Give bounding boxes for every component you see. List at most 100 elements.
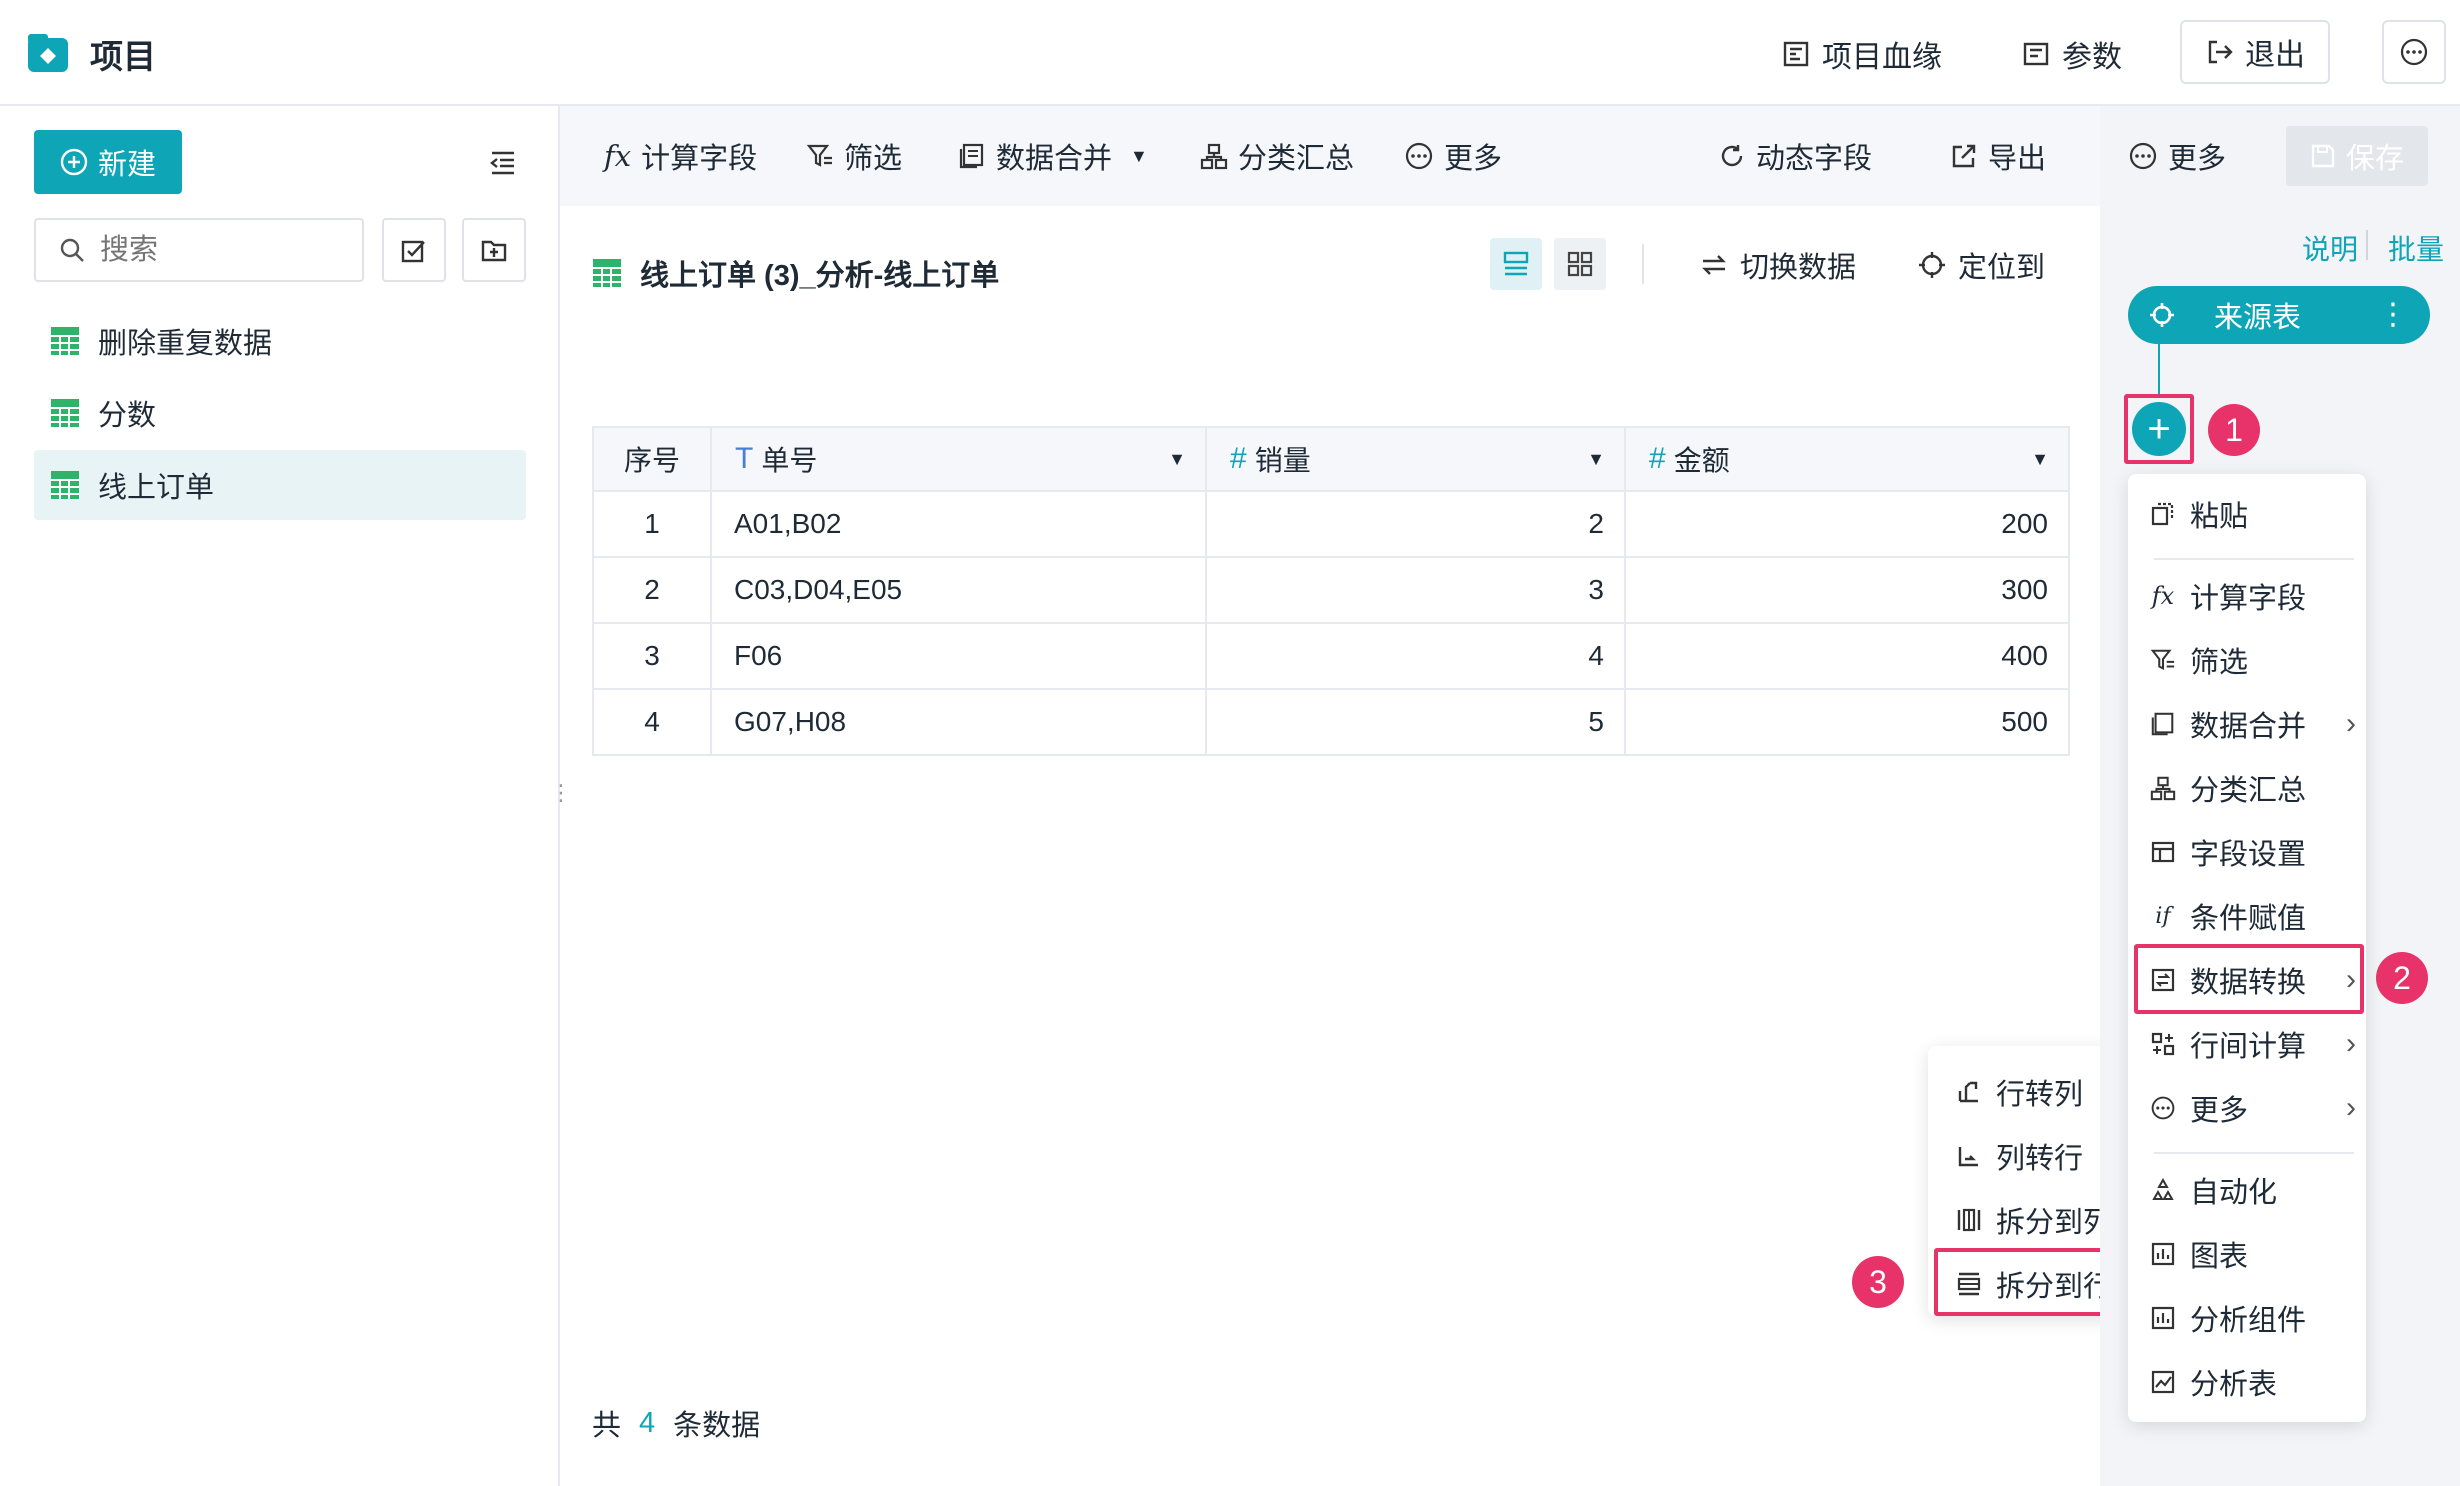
params-button[interactable]: 参数 [2022, 32, 2122, 76]
grid-view-button[interactable] [1554, 238, 1606, 290]
bar-chart-icon [2148, 1303, 2178, 1333]
main-area: fx 计算字段 筛选 数据合并 ▼ 分类汇总 更多 动态字段 导出 线上订单 (… [560, 106, 2130, 1486]
toolbar-dynamic-field-button[interactable]: 动态字段 [1718, 136, 1872, 176]
batch-select-button[interactable] [382, 218, 446, 282]
app-title: 项目 [90, 38, 156, 75]
search-icon [58, 236, 86, 264]
submenu-col-to-row[interactable]: 列转行 [1954, 1136, 2083, 1176]
menu-more[interactable]: 更多 › [2148, 1088, 2356, 1128]
locate-to-button[interactable]: 定位到 [1918, 244, 2045, 286]
exit-icon [2205, 38, 2233, 66]
header-more-button[interactable] [2382, 20, 2446, 84]
explain-link[interactable]: 说明 [2302, 228, 2358, 268]
crosshair-icon [2148, 301, 2176, 329]
toolbar-merge-button[interactable]: 数据合并 ▼ [958, 136, 1148, 176]
batch-link[interactable]: 批量 [2388, 228, 2444, 268]
more-dots-icon [2399, 37, 2429, 67]
menu-paste[interactable]: 粘贴 [2148, 494, 2248, 534]
toolbar-filter-button[interactable]: 筛选 [806, 136, 902, 176]
column-dropdown-icon[interactable]: ▼ [2031, 449, 2049, 470]
refresh-icon [1718, 142, 1746, 170]
hierarchy-icon [2148, 773, 2178, 803]
number-type-icon: # [1649, 442, 1666, 475]
more-dots-icon [2148, 1093, 2178, 1123]
field-settings-icon [2148, 837, 2178, 867]
filter-icon [806, 142, 834, 170]
menu-group-summary[interactable]: 分类汇总 [2148, 768, 2306, 808]
menu-row-calc[interactable]: 行间计算 › [2148, 1024, 2356, 1064]
search-input[interactable] [98, 232, 342, 268]
more-dots-icon [2128, 141, 2158, 171]
merge-icon [958, 142, 986, 170]
text-type-icon: T [735, 442, 754, 475]
line-chart-icon [2148, 1367, 2178, 1397]
menu-field-settings[interactable]: 字段设置 [2148, 832, 2306, 872]
menu-filter[interactable]: 筛选 [2148, 640, 2248, 680]
row-to-col-icon [1954, 1077, 1984, 1107]
column-header-sales-qty[interactable]: # 销量 ▼ [1205, 426, 1626, 492]
column-header-index: 序号 [592, 426, 712, 492]
column-dropdown-icon[interactable]: ▼ [1587, 449, 1605, 470]
number-type-icon: # [1230, 442, 1247, 475]
toolbar-more-button[interactable]: 更多 [1404, 136, 1502, 176]
switch-data-button[interactable]: 切换数据 [1700, 244, 1856, 286]
toolbar-more2-button[interactable]: 更多 [2128, 136, 2226, 176]
toolbar-group-summary-button[interactable]: 分类汇总 [1200, 136, 1354, 176]
step-badge-3: 3 [1852, 1256, 1904, 1308]
sidebar: 新建 删除重复数据 分数 线上订单 [0, 106, 560, 1486]
menu-analysis-table[interactable]: 分析表 [2148, 1362, 2277, 1402]
save-disk-icon [2310, 143, 2336, 169]
menu-analysis-component[interactable]: 分析组件 [2148, 1298, 2306, 1338]
dataset-panel: 线上订单 (3)_分析-线上订单 切换数据 定位到 序号 T 单号 ▼ # 销量… [560, 206, 2130, 1486]
submenu-split-to-cols[interactable]: 拆分到列 [1954, 1200, 2112, 1240]
dataset-title: 线上订单 (3)_分析-线上订单 [640, 260, 1000, 292]
export-icon [1950, 142, 1978, 170]
chevron-right-icon: › [2346, 1091, 2356, 1124]
row-calc-icon [2148, 1029, 2178, 1059]
new-button[interactable]: 新建 [34, 130, 182, 194]
column-header-order-no[interactable]: T 单号 ▼ [710, 426, 1207, 492]
source-table-node[interactable]: 来源表 ⋮ [2128, 286, 2430, 344]
column-dropdown-icon[interactable]: ▼ [1168, 449, 1186, 470]
params-icon [2022, 40, 2050, 68]
crosshair-icon [1918, 251, 1946, 279]
menu-calc-field[interactable]: fx 计算字段 [2148, 576, 2306, 616]
menu-chart[interactable]: 图表 [2148, 1234, 2248, 1274]
resize-handle[interactable]: ⋮ [550, 780, 572, 806]
grid-view-icon [1566, 250, 1594, 278]
filter-icon [2148, 645, 2178, 675]
menu-separator [2154, 1152, 2354, 1154]
step-badge-1: 1 [2208, 404, 2260, 456]
menu-conditional-assign[interactable]: if 条件赋值 [2148, 896, 2306, 936]
menu-merge[interactable]: 数据合并 › [2148, 704, 2356, 744]
search-box[interactable] [34, 218, 364, 282]
toolbar-calc-field-button[interactable]: fx 计算字段 [604, 136, 757, 176]
chevron-right-icon: › [2346, 1027, 2356, 1060]
sidebar-item-scores[interactable]: 分数 [34, 378, 526, 448]
table-row: 4 G07,H08 5 500 [592, 688, 2070, 756]
node-menu-icon[interactable]: ⋮ [2378, 300, 2408, 330]
automation-icon [2148, 1175, 2178, 1205]
row-count-footer: 共 4 条数据 [592, 1406, 761, 1443]
new-folder-button[interactable] [462, 218, 526, 282]
submenu-row-to-col[interactable]: 行转列 [1954, 1072, 2083, 1112]
toolbar-export-button[interactable]: 导出 [1950, 136, 2046, 176]
sidebar-item-delete-duplicates[interactable]: 删除重复数据 [34, 306, 526, 376]
col-to-row-icon [1954, 1141, 1984, 1171]
dataset-title-area: 线上订单 (3)_分析-线上订单 [592, 252, 999, 294]
project-lineage-button[interactable]: 项目血缘 [1782, 32, 1942, 76]
column-header-amount[interactable]: # 金额 ▼ [1624, 426, 2070, 492]
exit-button[interactable]: 退出 [2180, 20, 2330, 84]
list-view-button[interactable] [1490, 238, 1542, 290]
sidebar-item-online-orders[interactable]: 线上订单 [34, 450, 526, 520]
divider [2366, 230, 2368, 260]
highlight-add-step [2124, 394, 2194, 464]
menu-automation[interactable]: 自动化 [2148, 1170, 2277, 1210]
checkbox-icon [400, 236, 428, 264]
flow-panel: 说明 批量 来源表 ⋮ + 1 粘贴 fx 计算字段 筛选 数据合并 › 分类汇… [2100, 106, 2460, 1486]
project-logo-icon [26, 32, 70, 76]
toolbar: fx 计算字段 筛选 数据合并 ▼ 分类汇总 更多 动态字段 导出 [560, 106, 2100, 206]
collapse-sidebar-icon[interactable] [488, 148, 518, 178]
fx-icon: fx [604, 139, 632, 173]
save-button[interactable]: 保存 [2286, 126, 2428, 186]
